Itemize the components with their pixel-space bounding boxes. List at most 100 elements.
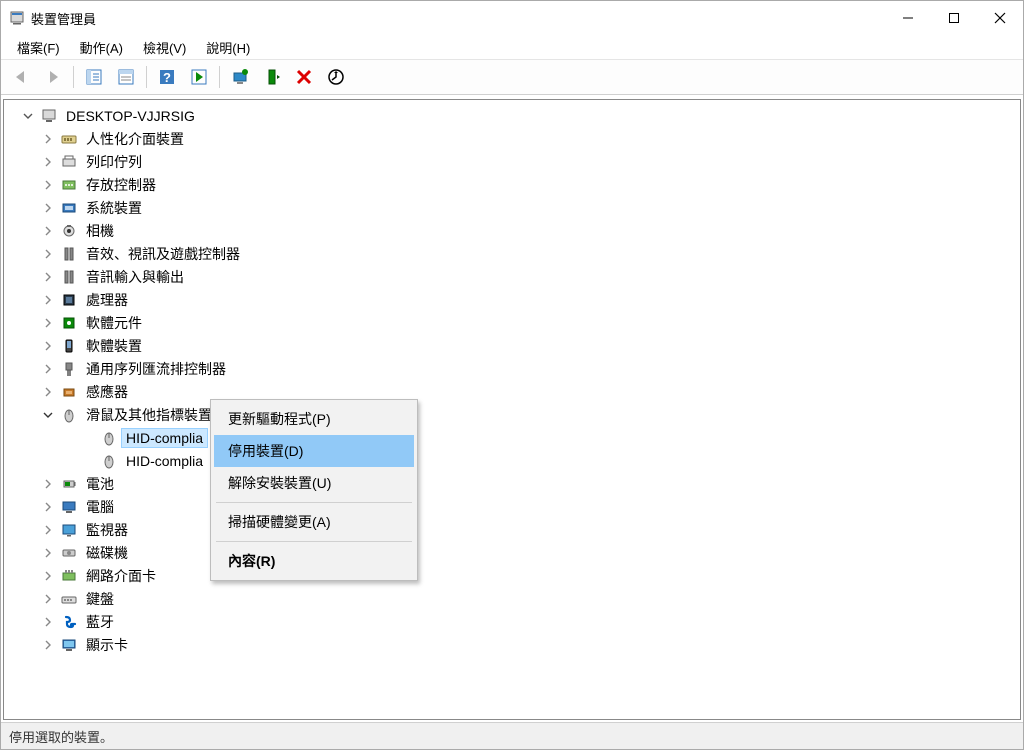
tree-item-label: 電池 (82, 473, 118, 495)
tree-item-label: 感應器 (82, 381, 132, 403)
context-menu-disable-device[interactable]: 停用裝置(D) (214, 435, 414, 467)
enable-device-button[interactable] (257, 62, 287, 92)
tree-item-label: 電腦 (82, 496, 118, 518)
tree-category[interactable]: 軟體裝置 (10, 334, 1020, 357)
chevron-right-icon[interactable] (40, 131, 56, 147)
chevron-right-icon[interactable] (40, 614, 56, 630)
device-manager-window: 裝置管理員 檔案(F) 動作(A) 檢視(V) 說明(H) (0, 0, 1024, 750)
tree-category[interactable]: 音訊輸入與輸出 (10, 265, 1020, 288)
category-icon (60, 567, 78, 585)
menu-view[interactable]: 檢視(V) (133, 35, 196, 60)
tree-item-label: 存放控制器 (82, 174, 160, 196)
chevron-down-icon[interactable] (40, 407, 56, 423)
tree-category[interactable]: 顯示卡 (10, 633, 1020, 656)
chevron-right-icon[interactable] (40, 200, 56, 216)
category-icon (60, 222, 78, 240)
svg-text:?: ? (163, 70, 171, 85)
update-driver-button[interactable] (225, 62, 255, 92)
category-icon (60, 337, 78, 355)
refresh-button[interactable] (184, 62, 214, 92)
mouse-icon (100, 429, 118, 447)
minimize-button[interactable] (885, 1, 931, 35)
tree-category[interactable]: 軟體元件 (10, 311, 1020, 334)
chevron-right-icon[interactable] (40, 637, 56, 653)
tree-category[interactable]: 感應器 (10, 380, 1020, 403)
tree-category[interactable]: 通用序列匯流排控制器 (10, 357, 1020, 380)
chevron-right-icon[interactable] (40, 338, 56, 354)
context-menu-uninstall-device[interactable]: 解除安裝裝置(U) (214, 467, 414, 499)
tree-item-label: 磁碟機 (82, 542, 132, 564)
context-menu-properties[interactable]: 內容(R) (214, 545, 414, 577)
chevron-right-icon[interactable] (40, 361, 56, 377)
computer-icon (40, 107, 58, 125)
close-button[interactable] (977, 1, 1023, 35)
tree-category[interactable]: 鍵盤 (10, 587, 1020, 610)
menu-action[interactable]: 動作(A) (70, 35, 133, 60)
category-icon (60, 383, 78, 401)
tree-category[interactable]: 人性化介面裝置 (10, 127, 1020, 150)
chevron-right-icon[interactable] (40, 522, 56, 538)
category-icon (60, 521, 78, 539)
chevron-right-icon[interactable] (40, 269, 56, 285)
uninstall-device-button[interactable] (289, 62, 319, 92)
chevron-right-icon[interactable] (40, 154, 56, 170)
chevron-right-icon[interactable] (40, 177, 56, 193)
nav-forward-button[interactable] (38, 62, 68, 92)
tree-category[interactable]: 系統裝置 (10, 196, 1020, 219)
chevron-right-icon[interactable] (40, 223, 56, 239)
tree-category[interactable]: 相機 (10, 219, 1020, 242)
category-icon (60, 153, 78, 171)
chevron-right-icon[interactable] (40, 315, 56, 331)
chevron-right-icon[interactable] (40, 292, 56, 308)
tree-category[interactable]: 網路介面卡 (10, 564, 1020, 587)
tree-item-label: 音效、視訊及遊戲控制器 (82, 243, 244, 265)
chevron-right-icon[interactable] (40, 384, 56, 400)
device-tree[interactable]: DESKTOP-VJJRSIG 人性化介面裝置列印佇列存放控制器系統裝置相機音效… (4, 100, 1020, 719)
menu-file[interactable]: 檔案(F) (7, 35, 70, 60)
category-icon (60, 130, 78, 148)
tree-item-label: 顯示卡 (82, 634, 132, 656)
tree-root-label: DESKTOP-VJJRSIG (62, 107, 199, 125)
tree-category[interactable]: 處理器 (10, 288, 1020, 311)
tree-category[interactable]: 音效、視訊及遊戲控制器 (10, 242, 1020, 265)
tree-category[interactable]: 滑鼠及其他指標裝置 (10, 403, 1020, 426)
category-icon (60, 590, 78, 608)
context-menu-separator (216, 541, 412, 542)
tree-item-label: 藍牙 (82, 611, 118, 633)
nav-back-button[interactable] (6, 62, 36, 92)
context-menu-update-driver[interactable]: 更新驅動程式(P) (214, 403, 414, 435)
menubar: 檔案(F) 動作(A) 檢視(V) 說明(H) (1, 35, 1023, 60)
chevron-right-icon[interactable] (40, 246, 56, 262)
chevron-right-icon[interactable] (40, 545, 56, 561)
category-icon (60, 176, 78, 194)
tree-category[interactable]: 電腦 (10, 495, 1020, 518)
chevron-down-icon[interactable] (20, 108, 36, 124)
tree-category[interactable]: 存放控制器 (10, 173, 1020, 196)
category-icon (60, 199, 78, 217)
maximize-button[interactable] (931, 1, 977, 35)
tree-category[interactable]: 列印佇列 (10, 150, 1020, 173)
tree-item-label: 人性化介面裝置 (82, 128, 188, 150)
tree-category[interactable]: 監視器 (10, 518, 1020, 541)
context-menu-scan-hardware[interactable]: 掃描硬體變更(A) (214, 506, 414, 538)
show-tree-button[interactable] (79, 62, 109, 92)
tree-category[interactable]: 電池 (10, 472, 1020, 495)
chevron-right-icon[interactable] (40, 591, 56, 607)
chevron-right-icon[interactable] (40, 568, 56, 584)
properties-button[interactable] (111, 62, 141, 92)
help-button[interactable]: ? (152, 62, 182, 92)
device-tree-panel: DESKTOP-VJJRSIG 人性化介面裝置列印佇列存放控制器系統裝置相機音效… (3, 99, 1021, 720)
tree-item-label: 處理器 (82, 289, 132, 311)
tree-device[interactable]: HID-complia (10, 426, 1020, 449)
chevron-right-icon[interactable] (40, 476, 56, 492)
scan-hardware-button[interactable] (321, 62, 351, 92)
tree-device[interactable]: HID-complia (10, 449, 1020, 472)
tree-item-label: 軟體裝置 (82, 335, 146, 357)
titlebar: 裝置管理員 (1, 1, 1023, 35)
tree-category[interactable]: 磁碟機 (10, 541, 1020, 564)
tree-item-label: 相機 (82, 220, 118, 242)
menu-help[interactable]: 說明(H) (196, 35, 260, 60)
tree-root[interactable]: DESKTOP-VJJRSIG (10, 104, 1020, 127)
tree-category[interactable]: 藍牙 (10, 610, 1020, 633)
chevron-right-icon[interactable] (40, 499, 56, 515)
